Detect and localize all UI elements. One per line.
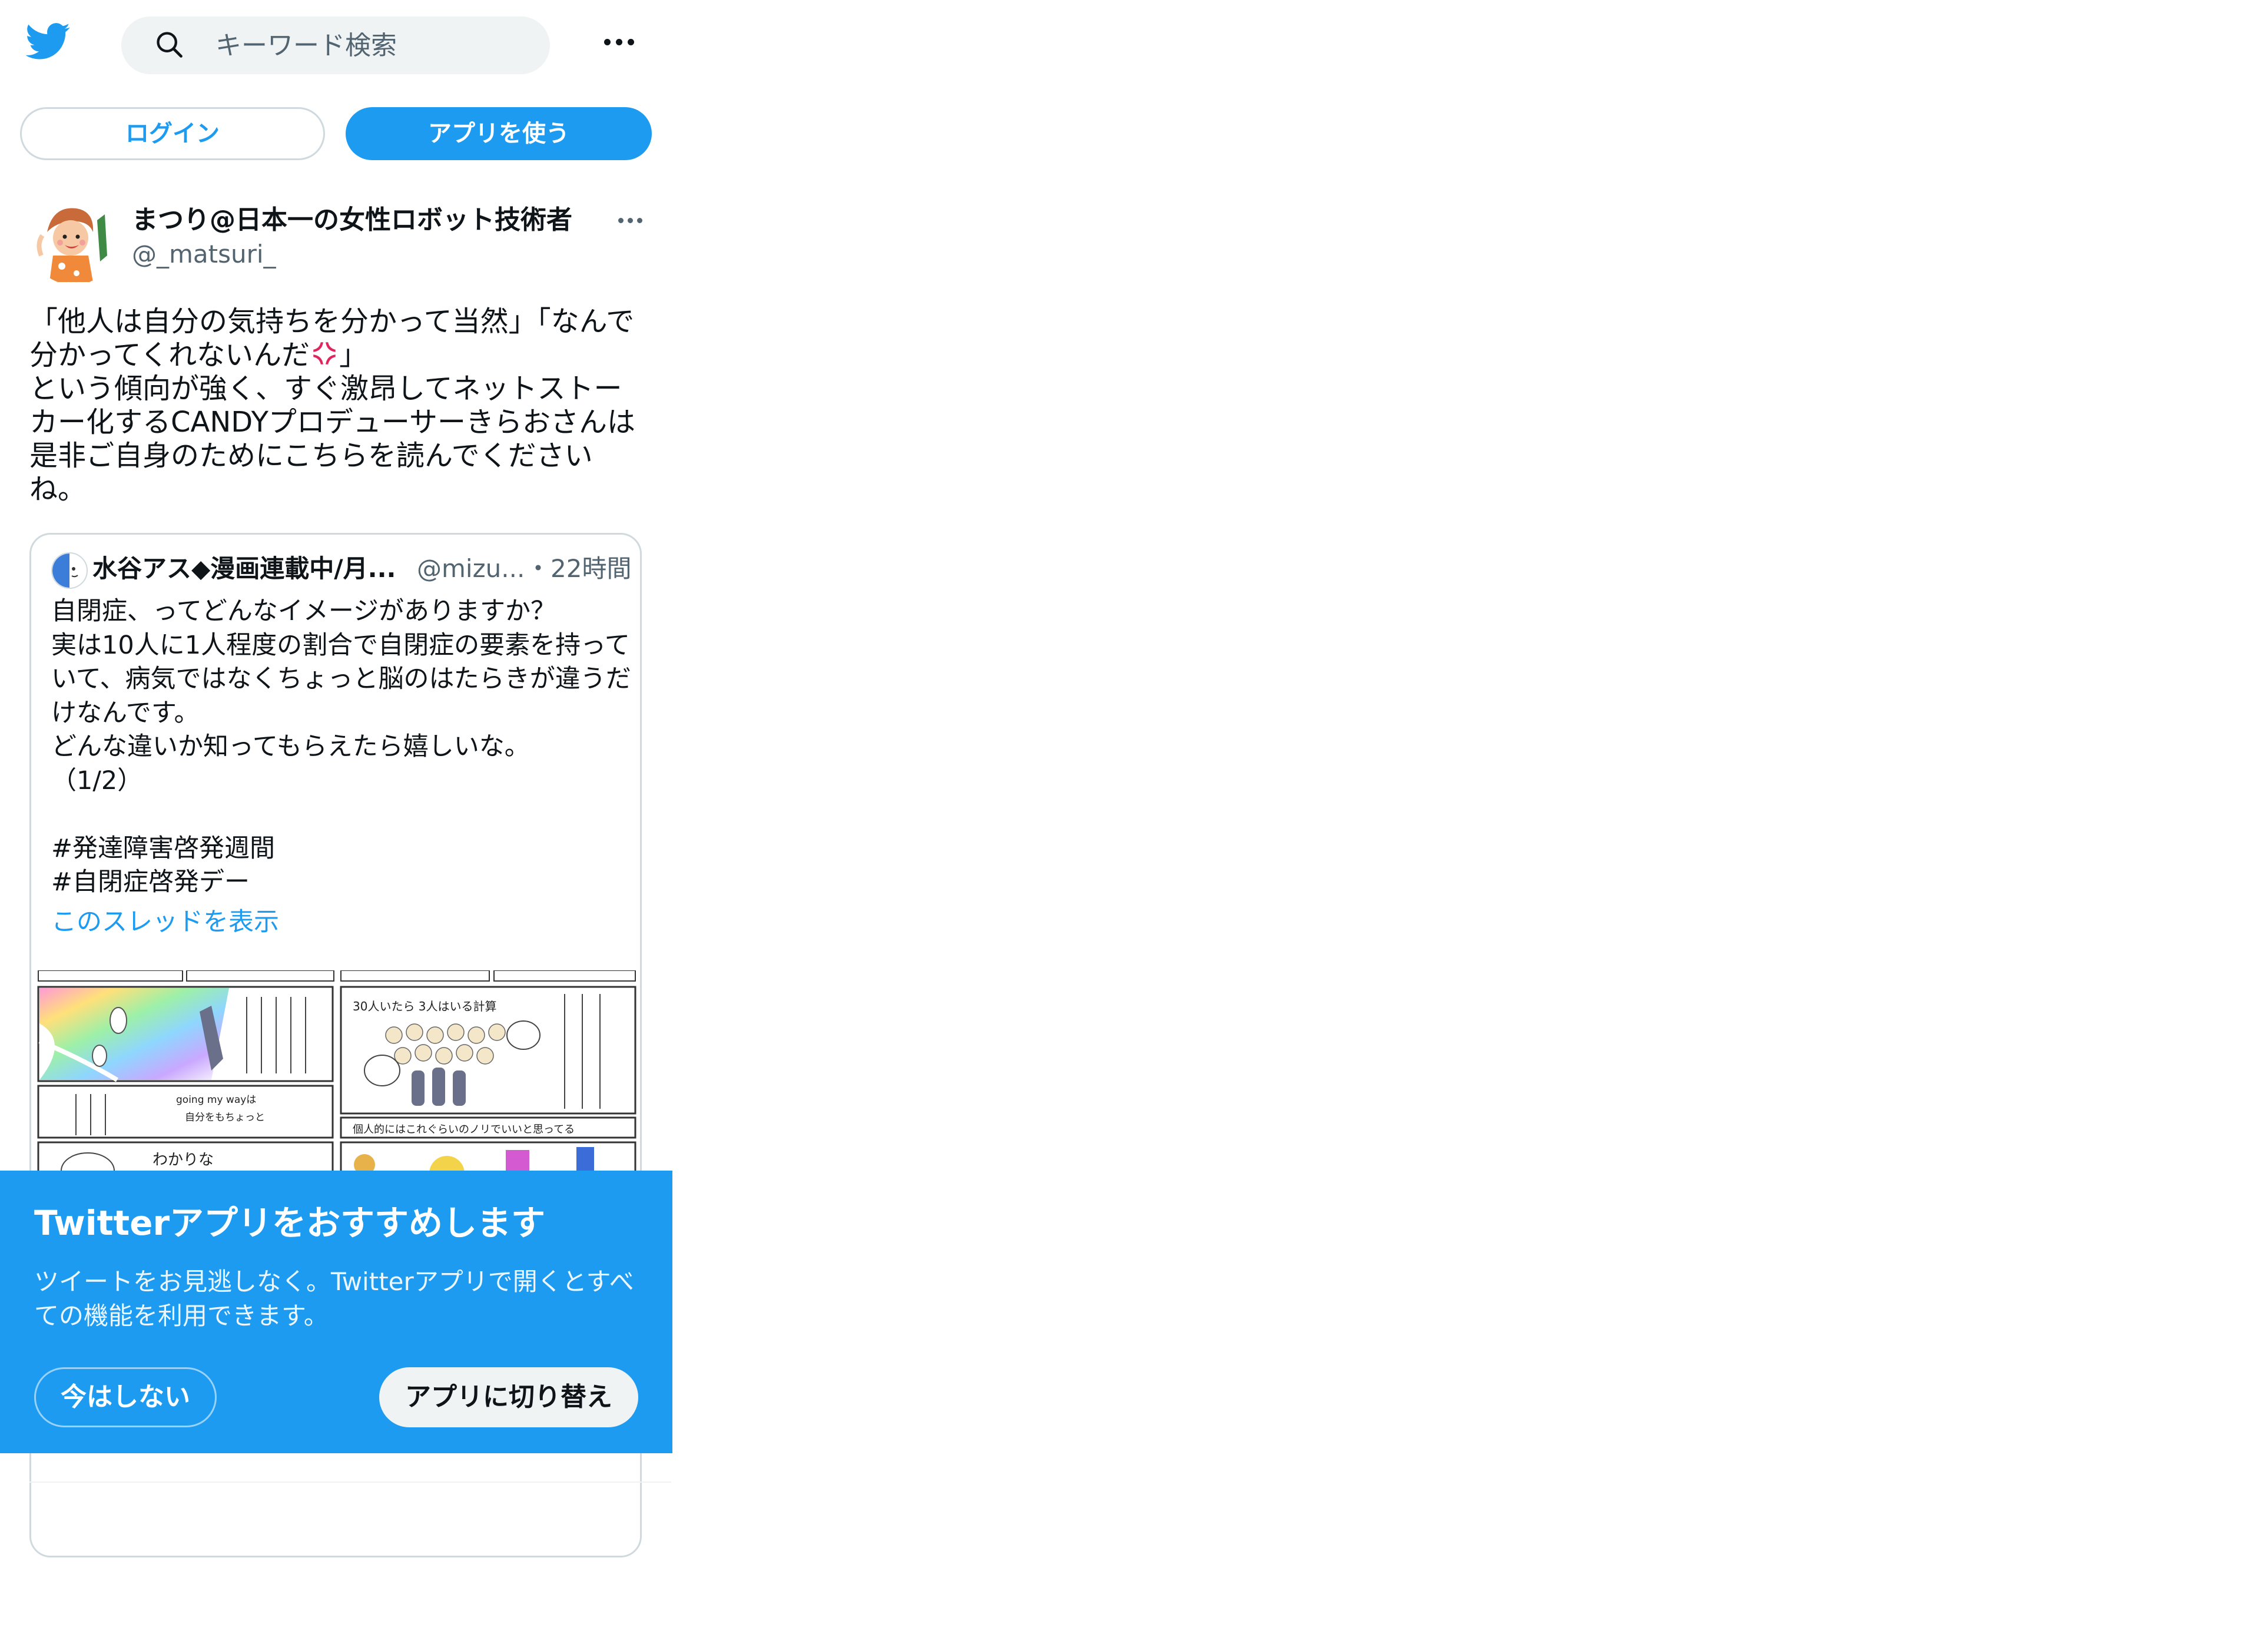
show-thread-link[interactable]: このスレッドを表示 — [51, 906, 279, 939]
manga-caption-e: わかりな — [152, 1151, 214, 1169]
quoted-tweet-text: 自閉症、ってどんなイメージがありますか？ 実は10人に1人程度の割合で自閉症の要… — [51, 596, 631, 897]
switch-to-app-button[interactable]: アプリに切り替え — [379, 1367, 638, 1427]
banner-title: Twitterアプリをおすすめします — [34, 1203, 546, 1243]
use-app-button[interactable]: アプリを使う — [346, 107, 652, 160]
anger-symbol-icon — [310, 339, 339, 368]
more-horizontal-icon[interactable] — [617, 217, 644, 225]
banner-body: ツイートをお見逃しなく。Twitterアプリで開くとすべての機能を利用できます。 — [34, 1267, 634, 1330]
avatar[interactable] — [29, 197, 118, 285]
quoted-timestamp: ・22時間 — [526, 554, 632, 583]
manga-caption-d: 自分をもちょっと — [185, 1112, 265, 1123]
login-button[interactable]: ログイン — [20, 107, 325, 160]
more-dot — [628, 39, 634, 45]
search-icon — [154, 29, 185, 60]
search-input[interactable]: キーワード検索 — [121, 16, 550, 74]
more-dot — [628, 218, 633, 223]
more-dot — [604, 39, 611, 45]
tweet-divider — [29, 1481, 671, 1483]
manga-caption-c: going my wayは — [176, 1094, 256, 1106]
search-placeholder: キーワード検索 — [215, 31, 397, 61]
quoted-handle[interactable]: @mizu... — [417, 552, 529, 585]
manga-caption-b: 個人的にはこれぐらいのノリでいいと思ってる — [353, 1123, 575, 1136]
author-display-name[interactable]: まつり@日本一の女性ロボット技術者 — [132, 204, 572, 237]
twitter-bird-icon[interactable] — [25, 22, 71, 64]
quoted-avatar[interactable] — [51, 552, 88, 589]
twitter-mobile-page: キーワード検索 ログイン アプリを使う まつり@日本一の女性ロボット技術者 @_… — [0, 0, 672, 1557]
manga-caption-a: 30人いたら 3人はいる計算 — [353, 999, 497, 1013]
author-handle[interactable]: @_matsuri_ — [132, 239, 276, 270]
more-dot — [618, 218, 624, 223]
more-dot — [616, 39, 622, 45]
more-horizontal-icon[interactable] — [603, 38, 636, 47]
more-dot — [637, 218, 642, 223]
quoted-display-name[interactable]: 水谷アス◆漫画連載中/月... — [92, 552, 440, 585]
app-promo-banner: Twitterアプリをおすすめします ツイートをお見逃しなく。Twitterアプ… — [0, 1171, 672, 1453]
tweet-text: 「他人は自分の気持ちを分かって当然」「なんで分かってくれないんだ」 という傾向が… — [29, 305, 636, 506]
not-now-button[interactable]: 今はしない — [34, 1367, 217, 1427]
